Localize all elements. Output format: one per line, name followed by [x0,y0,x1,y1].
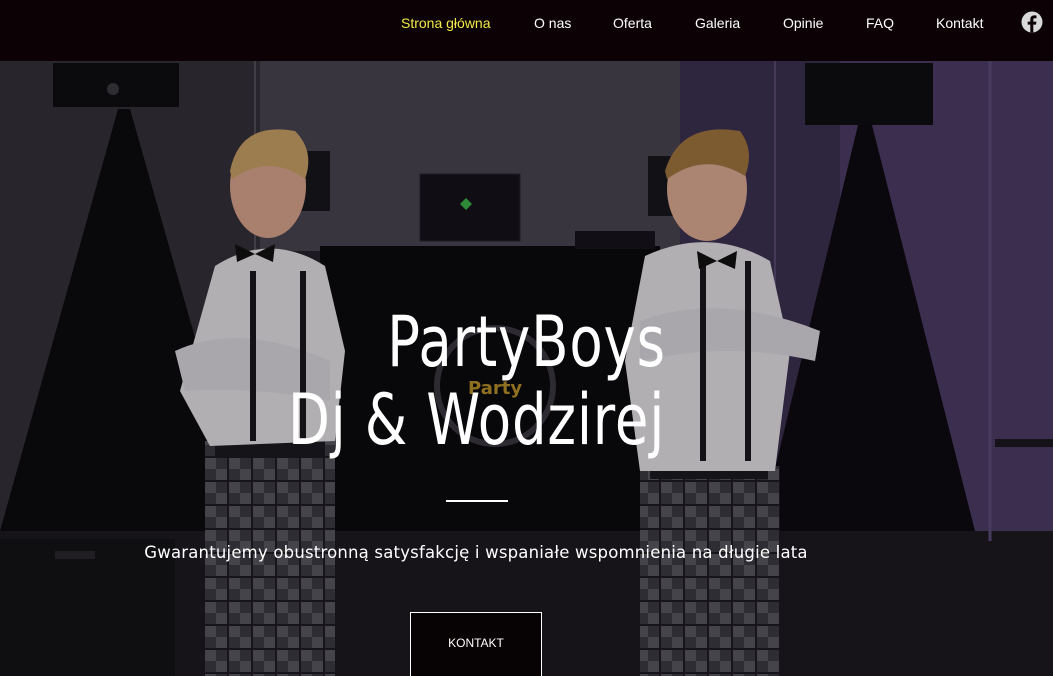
nav-item-gallery[interactable]: Galeria [695,15,740,31]
nav-item-contact[interactable]: Kontakt [936,15,983,31]
top-navigation: Strona główna O nas Oferta Galeria Opini… [0,0,1053,61]
nav-item-offer[interactable]: Oferta [613,15,652,31]
nav-item-home[interactable]: Strona główna [401,15,491,31]
hero-section: Party PartyBoys Dj & Wodzirej Gwarantuje… [0,61,1053,676]
nav-item-faq[interactable]: FAQ [866,15,894,31]
nav-item-reviews[interactable]: Opinie [783,15,823,31]
page: Strona główna O nas Oferta Galeria Opini… [0,0,1053,676]
hero-title-line-1: PartyBoys [387,301,666,383]
hero-title-line-2: Dj & Wodzirej [287,379,666,461]
hero-tagline: Gwarantujemy obustronną satysfakcję i ws… [144,543,808,562]
title-divider [446,500,508,502]
contact-button[interactable]: KONTAKT [410,612,542,676]
nav-item-about[interactable]: O nas [534,15,571,31]
facebook-icon[interactable] [1021,11,1043,33]
